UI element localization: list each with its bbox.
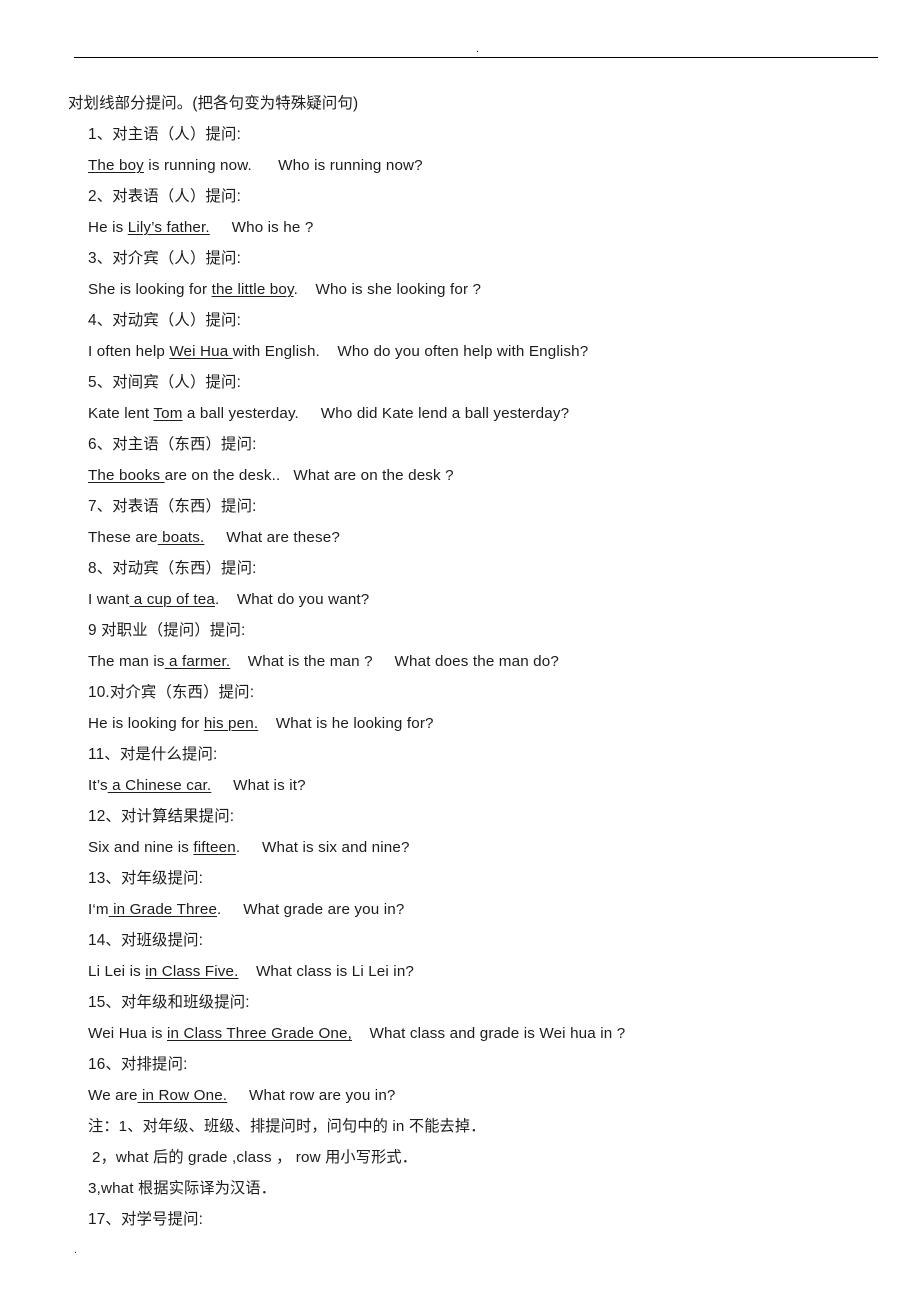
example-sentence: I want a cup of tea. What do you want? bbox=[0, 584, 920, 615]
underlined-phrase: in Row One. bbox=[137, 1087, 228, 1104]
header-mark: . bbox=[476, 43, 480, 55]
sentence-prefix: I want bbox=[88, 591, 130, 608]
sentence-suffix: with English. Who do you often help with… bbox=[232, 343, 589, 360]
question-type-heading: 12、对计算结果提问: bbox=[88, 808, 235, 825]
example-sentence: We are in Row One. What row are you in? bbox=[0, 1080, 920, 1111]
sentence-prefix: We are bbox=[88, 1087, 138, 1104]
sentence-prefix: She is looking for bbox=[88, 281, 212, 298]
question-type-heading: 1、对主语（人）提问: bbox=[88, 126, 242, 143]
document-page: . 对划线部分提问。(把各句变为特殊疑问句) 1、对主语（人）提问: The boy… bbox=[0, 0, 920, 1302]
example-sentence: Kate lent Tom a ball yesterday. Who did … bbox=[0, 398, 920, 429]
question-type-heading: 6、对主语（东西）提问: bbox=[88, 436, 257, 453]
question-type-heading: 2、对表语（人）提问: bbox=[88, 188, 242, 205]
sentence-prefix: Li Lei is bbox=[88, 963, 146, 980]
underlined-phrase: in Grade Three bbox=[108, 901, 218, 918]
question-type-heading: 3、对介宾（人）提问: bbox=[88, 250, 242, 267]
question-type-heading: 7、对表语（东西）提问: bbox=[88, 498, 257, 515]
question-type-heading: 10.对介宾（东西）提问: bbox=[88, 684, 255, 701]
example-sentence: The books are on the desk.. What are on … bbox=[0, 460, 920, 491]
sentence-prefix: Kate lent bbox=[88, 405, 154, 422]
question-type-heading: 9 对职业（提问）提问: bbox=[88, 622, 246, 639]
sentence-prefix: I‘m bbox=[88, 901, 109, 918]
sentence-prefix: It’s bbox=[88, 777, 108, 794]
underlined-phrase: fifteen bbox=[193, 839, 236, 856]
sentence-suffix: a ball yesterday. Who did Kate lend a ba… bbox=[182, 405, 570, 422]
question-type-heading: 17、对学号提问: bbox=[88, 1211, 204, 1228]
sentence-suffix: . Who is she looking for ? bbox=[293, 281, 482, 298]
example-sentence: I‘m in Grade Three. What grade are you i… bbox=[0, 894, 920, 925]
note-line: 注：1、对年级、班级、排提问时，问句中的 in 不能去掉． bbox=[88, 1118, 486, 1135]
sentence-suffix: What is the man ? What does the man do? bbox=[230, 653, 559, 670]
example-sentence: He is looking for his pen. What is he lo… bbox=[0, 708, 920, 739]
example-sentence: Li Lei is in Class Five. What class is L… bbox=[0, 956, 920, 987]
sentence-prefix: Wei Hua is bbox=[88, 1025, 168, 1042]
sentence-suffix: What is it? bbox=[211, 777, 306, 794]
note-line: 2，what 后的 grade ,class ， row 用小写形式． bbox=[92, 1149, 418, 1166]
underlined-phrase: in Class Three Grade One, bbox=[167, 1025, 352, 1042]
underlined-phrase: Lily’s father. bbox=[127, 219, 210, 236]
question-type-heading: 14、对班级提问: bbox=[88, 932, 204, 949]
question-type-heading: 5、对间宾（人）提问: bbox=[88, 374, 242, 391]
question-type-heading: 13、对年级提问: bbox=[88, 870, 204, 887]
sentence-prefix: He is looking for bbox=[88, 715, 204, 732]
underlined-phrase: Wei Hua bbox=[169, 343, 233, 360]
sentence-suffix: What class and grade is Wei hua in ? bbox=[352, 1025, 626, 1042]
example-sentence: The man is a farmer. What is the man ? W… bbox=[0, 646, 920, 677]
underlined-phrase: boats. bbox=[157, 529, 205, 546]
question-type-heading: 15、对年级和班级提问: bbox=[88, 994, 250, 1011]
underlined-phrase: The boy bbox=[88, 157, 144, 174]
sentence-suffix: What are these? bbox=[204, 529, 340, 546]
example-sentence: Wei Hua is in Class Three Grade One, Wha… bbox=[0, 1018, 920, 1049]
document-body: 对划线部分提问。(把各句变为特殊疑问句) 1、对主语（人）提问: The boy i… bbox=[0, 88, 920, 1235]
sentence-suffix: What row are you in? bbox=[227, 1087, 396, 1104]
footer-mark: . bbox=[74, 1244, 78, 1256]
example-sentence: He is Lily’s father. Who is he ? bbox=[0, 212, 920, 243]
sentence-prefix: These are bbox=[88, 529, 158, 546]
example-sentence: I often help Wei Hua with English. Who d… bbox=[0, 336, 920, 367]
sentence-suffix: is running now. Who is running now? bbox=[143, 157, 423, 174]
example-sentence: She is looking for the little boy. Who i… bbox=[0, 274, 920, 305]
sentence-prefix: He is bbox=[88, 219, 128, 236]
underlined-phrase: the little boy bbox=[211, 281, 294, 298]
sentence-suffix: What class is Li Lei in? bbox=[238, 963, 415, 980]
sentence-prefix: Six and nine is bbox=[88, 839, 194, 856]
underlined-phrase: in Class Five. bbox=[145, 963, 239, 980]
note-line: 3,what 根据实际译为汉语． bbox=[88, 1180, 277, 1197]
header-divider-rule bbox=[74, 57, 878, 58]
question-type-heading: 8、对动宾（东西）提问: bbox=[88, 560, 257, 577]
example-sentence: These are boats. What are these? bbox=[0, 522, 920, 553]
sentence-suffix: Who is he ? bbox=[209, 219, 314, 236]
sentence-suffix: . What do you want? bbox=[214, 591, 370, 608]
example-sentence: Six and nine is fifteen. What is six and… bbox=[0, 832, 920, 863]
example-sentence: It’s a Chinese car. What is it? bbox=[0, 770, 920, 801]
example-sentence: The boy is running now. Who is running n… bbox=[0, 150, 920, 181]
sentence-prefix: The man is bbox=[88, 653, 165, 670]
underlined-phrase: Tom bbox=[153, 405, 183, 422]
sentence-suffix: What is he looking for? bbox=[258, 715, 434, 732]
underlined-phrase: a Chinese car. bbox=[107, 777, 212, 794]
sentence-prefix: I often help bbox=[88, 343, 170, 360]
sentence-suffix: . What is six and nine? bbox=[235, 839, 410, 856]
question-type-heading: 11、对是什么提问: bbox=[88, 746, 218, 763]
underlined-phrase: a farmer. bbox=[164, 653, 231, 670]
question-type-heading: 16、对排提问: bbox=[88, 1056, 188, 1073]
underlined-phrase: his pen. bbox=[203, 715, 259, 732]
question-type-heading: 4、对动宾（人）提问: bbox=[88, 312, 242, 329]
sentence-suffix: . What grade are you in? bbox=[217, 901, 405, 918]
underlined-phrase: a cup of tea bbox=[129, 591, 215, 608]
document-title: 对划线部分提问。(把各句变为特殊疑问句) bbox=[68, 95, 359, 112]
sentence-suffix: are on the desk.. What are on the desk ? bbox=[164, 467, 454, 484]
underlined-phrase: The books bbox=[88, 467, 165, 484]
